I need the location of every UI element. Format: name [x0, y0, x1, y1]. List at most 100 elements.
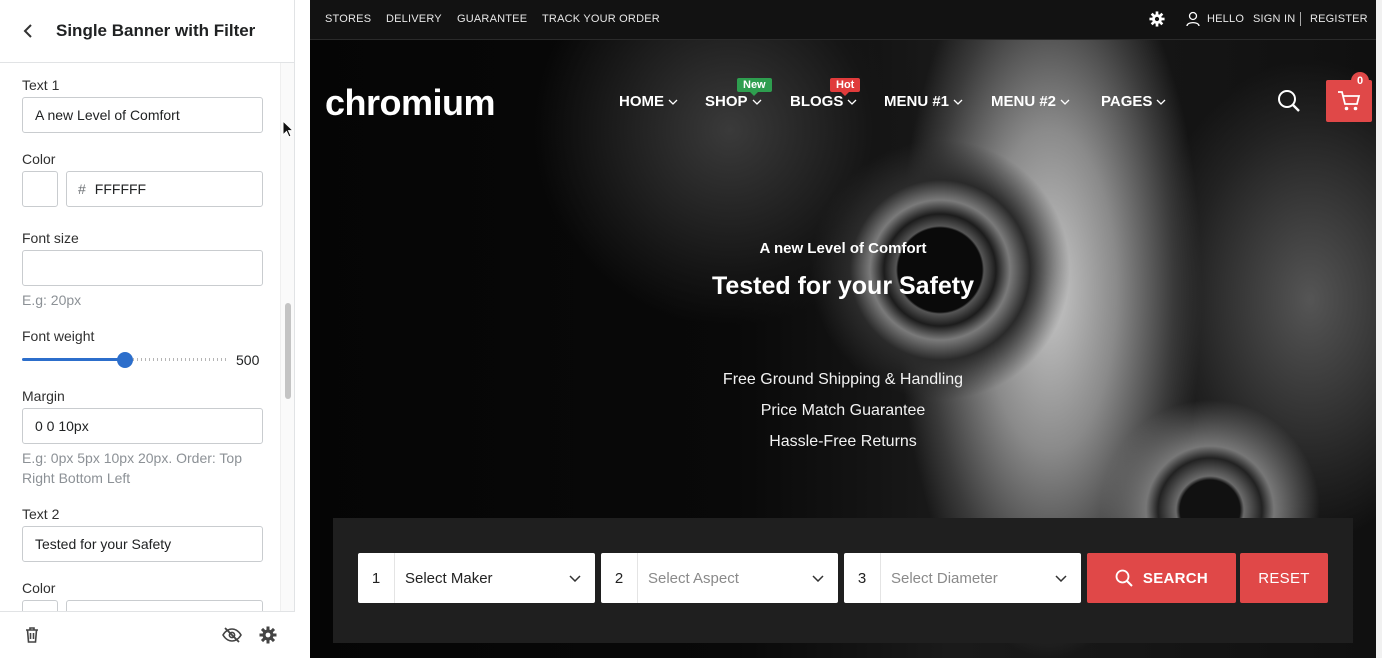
nav-label: BLOGS	[790, 93, 844, 110]
fontsize-label: Font size	[22, 230, 79, 246]
margin-input[interactable]: 0 0 10px	[22, 408, 263, 444]
register-link[interactable]: REGISTER	[1310, 13, 1368, 25]
hero-banner: chromium HOME New SHOP Hot BLOGS MENU #1…	[310, 40, 1376, 658]
preview-scrollbar[interactable]	[1376, 0, 1382, 658]
topbar-link-track-order[interactable]: TRACK YOUR ORDER	[542, 13, 660, 25]
gear-icon[interactable]	[1149, 11, 1165, 27]
badge-new: New	[737, 78, 772, 96]
settings-button[interactable]	[258, 625, 278, 645]
hello-text: HELLO	[1207, 13, 1245, 25]
color2-hex-input[interactable]	[66, 600, 263, 611]
hero-text-2: Tested for your Safety	[711, 272, 975, 300]
hero-bullet: Price Match Guarantee	[760, 402, 926, 419]
search-button-label: SEARCH	[1142, 569, 1209, 587]
top-bar: STORES DELIVERY GUARANTEE TRACK YOUR ORD…	[310, 0, 1376, 40]
margin-hint: E.g: 0px 5px 10px 20px. Order: Top Right…	[22, 450, 242, 486]
user-icon	[1186, 11, 1200, 27]
nav-shop[interactable]: SHOP	[705, 93, 762, 110]
chevron-down-icon	[953, 99, 963, 105]
nav-label: MENU #2	[991, 93, 1057, 110]
divider	[1300, 12, 1301, 26]
trash-icon	[26, 627, 38, 643]
topbar-link-stores[interactable]: STORES	[325, 13, 371, 25]
chevron-down-icon	[847, 99, 857, 105]
back-button[interactable]	[0, 0, 56, 63]
color1-hex-input[interactable]: # FFFFFF	[66, 171, 263, 207]
sign-in-link[interactable]: SIGN IN	[1253, 13, 1295, 25]
chevron-down-icon	[1156, 99, 1166, 105]
chevron-down-icon	[1060, 99, 1070, 105]
delete-button[interactable]	[22, 625, 42, 645]
color2-swatch[interactable]	[22, 600, 58, 611]
panel-footer	[0, 611, 295, 658]
gear-icon	[259, 626, 277, 644]
nav-label: PAGES	[1101, 93, 1153, 110]
chevron-down-icon	[752, 99, 761, 105]
search-icon[interactable]	[1277, 89, 1301, 113]
eye-off-icon	[222, 627, 242, 643]
fontweight-slider[interactable]	[22, 352, 228, 368]
slider-handle[interactable]	[117, 352, 133, 368]
nav-menu-2[interactable]: MENU #2	[991, 93, 1070, 110]
chevron-down-icon	[812, 574, 824, 582]
nav-pages[interactable]: PAGES	[1101, 93, 1166, 110]
select-maker[interactable]: 1 Select Maker	[358, 553, 595, 603]
topbar-link-delivery[interactable]: DELIVERY	[386, 13, 442, 25]
fontweight-label: Font weight	[22, 328, 95, 344]
nav-home[interactable]: HOME	[619, 93, 678, 110]
scrollbar-thumb[interactable]	[285, 303, 291, 399]
hide-button[interactable]	[222, 625, 242, 645]
badge-hot: Hot	[830, 78, 861, 96]
store-preview: STORES DELIVERY GUARANTEE TRACK YOUR ORD…	[310, 0, 1382, 658]
search-button[interactable]: SEARCH	[1087, 553, 1236, 603]
panel-title: Single Banner with Filter	[56, 21, 256, 40]
chevron-down-icon	[1055, 574, 1067, 582]
select-aspect-value: Select Aspect	[648, 569, 739, 587]
margin-label: Margin	[22, 388, 65, 404]
text1-input[interactable]: A new Level of Comfort	[22, 97, 263, 133]
chevron-down-icon	[668, 99, 678, 105]
chevron-left-icon	[23, 24, 32, 38]
fontsize-input[interactable]	[22, 250, 263, 286]
color1-hex-value: FFFFFF	[94, 181, 147, 197]
text2-label: Text 2	[22, 506, 60, 522]
hero-bullet: Hassle-Free Returns	[769, 433, 917, 450]
nav-menu-1[interactable]: MENU #1	[884, 93, 963, 110]
store-logo[interactable]: chromium	[325, 82, 496, 124]
slider-track	[125, 358, 228, 361]
panel-scrollbar[interactable]	[280, 63, 294, 611]
select-step-number: 2	[601, 553, 638, 603]
hash-prefix: #	[78, 181, 86, 197]
nav-label: MENU #1	[884, 93, 950, 110]
select-diameter[interactable]: 3 Select Diameter	[844, 553, 1081, 603]
select-aspect[interactable]: 2 Select Aspect	[601, 553, 838, 603]
text2-input[interactable]: Tested for your Safety	[22, 526, 263, 562]
cart-count-badge: 0	[1351, 72, 1369, 90]
color1-swatch[interactable]	[22, 171, 58, 207]
chevron-down-icon	[569, 574, 581, 582]
panel-header: Single Banner with Filter	[0, 0, 295, 63]
hero-bullet: Free Ground Shipping & Handling	[722, 371, 964, 388]
editor-panel: Single Banner with Filter Text 1 A new L…	[0, 0, 295, 658]
select-step-number: 1	[358, 553, 395, 603]
mouse-cursor-icon	[282, 120, 295, 138]
select-maker-value: Select Maker	[405, 569, 493, 587]
filter-bar: 1 Select Maker 2 Select Aspect 3 Select …	[333, 518, 1353, 643]
nav-label: SHOP	[705, 93, 748, 110]
topbar-link-guarantee[interactable]: GUARANTEE	[457, 13, 527, 25]
nav-label: HOME	[619, 93, 664, 110]
fontsize-hint: E.g: 20px	[22, 292, 82, 308]
color1-label: Color	[22, 151, 56, 167]
reset-button[interactable]: RESET	[1240, 553, 1328, 603]
select-step-number: 3	[844, 553, 881, 603]
settings-form: Text 1 A new Level of Comfort Color # FF…	[0, 63, 280, 611]
text1-label: Text 1	[22, 77, 60, 93]
color2-label: Color	[22, 580, 56, 596]
cart-icon	[1338, 91, 1361, 111]
nav-blogs[interactable]: BLOGS	[790, 93, 857, 110]
hero-text-1: A new Level of Comfort	[759, 240, 927, 257]
fontweight-value: 500	[236, 352, 260, 368]
search-icon	[1115, 569, 1133, 587]
select-diameter-value: Select Diameter	[891, 569, 998, 587]
slider-fill	[22, 358, 125, 361]
